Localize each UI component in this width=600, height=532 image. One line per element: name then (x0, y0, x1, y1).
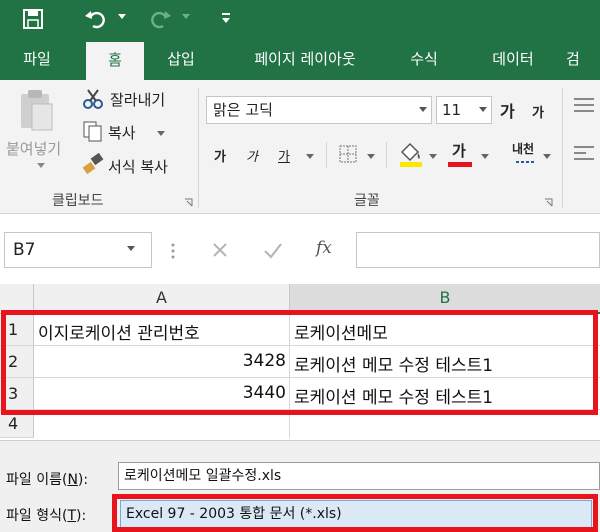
redo-icon[interactable] (148, 8, 172, 30)
font-name-combobox[interactable]: 맑은 고딕 (206, 96, 432, 124)
align-left-icon[interactable] (572, 144, 596, 164)
underline-button[interactable]: 가 (278, 146, 290, 165)
format-painter-icon[interactable] (82, 152, 104, 174)
borders-dropdown-icon[interactable] (366, 153, 376, 161)
font-color-dropdown-icon[interactable] (480, 153, 490, 161)
highlight-box-file-type (112, 494, 598, 532)
customize-qat-icon[interactable] (220, 11, 232, 25)
file-name-label: 파일 이름(N): (6, 472, 89, 488)
formula-bar-splitter-icon[interactable] (170, 242, 176, 260)
font-color-swatch (448, 162, 472, 167)
underline-dropdown-icon[interactable] (305, 153, 315, 161)
tab-file[interactable]: 파일 (8, 38, 66, 80)
format-painter-button[interactable]: 서식 복사 (108, 156, 168, 177)
fill-color-icon[interactable] (398, 140, 424, 168)
font-size-dropdown-icon[interactable] (478, 106, 488, 114)
fill-color-dropdown-icon[interactable] (428, 153, 438, 161)
phonetic-button[interactable]: 내천 (512, 140, 534, 157)
paste-dropdown-icon[interactable] (36, 162, 46, 170)
font-group-label: 글꼴 (354, 193, 380, 209)
paste-icon[interactable] (18, 88, 54, 132)
copy-button[interactable]: 복사 (108, 122, 136, 143)
paste-button[interactable]: 붙여넣기 (6, 138, 61, 159)
font-name-dropdown-icon[interactable] (418, 106, 428, 114)
italic-button[interactable]: 가 (246, 146, 258, 165)
font-launcher-icon[interactable] (544, 198, 553, 207)
tab-page-layout[interactable]: 페이지 레이아웃 (232, 38, 378, 80)
cancel-icon[interactable] (210, 240, 230, 260)
bold-button[interactable]: 가 (214, 146, 226, 165)
align-top-icon[interactable] (572, 96, 596, 116)
phonetic-dropdown-icon[interactable] (542, 153, 552, 161)
tab-home[interactable]: 홈 (86, 42, 144, 80)
quick-access-toolbar (0, 0, 600, 38)
enter-icon[interactable] (262, 240, 284, 260)
formula-input[interactable] (356, 232, 600, 268)
file-name-input[interactable]: 로케이션메모 일괄수정.xls (118, 462, 600, 490)
ribbon-tab-bar: 파일 홈 삽입 페이지 레이아웃 수식 데이터 검 (0, 38, 600, 80)
clipboard-group-label: 클립보드 (52, 193, 104, 209)
cut-button[interactable]: 잘라내기 (110, 89, 165, 110)
shrink-font-button[interactable]: 가 (532, 102, 544, 121)
insert-function-button[interactable]: fx (316, 238, 332, 258)
file-type-label: 파일 형식(T): (6, 508, 87, 524)
font-color-button[interactable]: 가 (452, 140, 466, 161)
phonetic-guide-icon (516, 161, 534, 163)
redo-dropdown-icon (182, 14, 190, 19)
save-icon[interactable] (22, 8, 44, 30)
grow-font-button[interactable]: 가 (500, 98, 515, 122)
tab-formulas[interactable]: 수식 (394, 38, 454, 80)
copy-icon[interactable] (82, 120, 104, 142)
tab-review[interactable]: 검 (566, 38, 600, 80)
copy-dropdown-icon[interactable] (156, 130, 166, 138)
tab-data[interactable]: 데이터 (478, 38, 548, 80)
undo-dropdown-icon[interactable] (117, 13, 127, 21)
highlight-box-data (1, 310, 598, 415)
cut-icon[interactable] (82, 88, 104, 110)
borders-icon[interactable] (338, 144, 358, 164)
undo-icon[interactable] (84, 8, 108, 30)
name-box-dropdown-icon[interactable] (126, 245, 136, 253)
tab-insert[interactable]: 삽입 (150, 38, 212, 80)
clipboard-launcher-icon[interactable] (184, 198, 193, 207)
